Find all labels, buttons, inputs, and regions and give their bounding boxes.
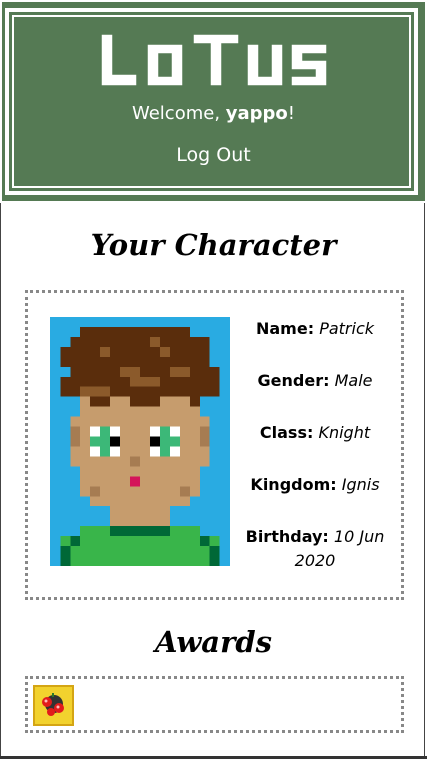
logout-link[interactable]: Log Out bbox=[0, 144, 427, 166]
field-value: Male bbox=[334, 371, 373, 390]
character-avatar-icon bbox=[50, 317, 230, 566]
field-class: Class: Knight bbox=[232, 421, 398, 445]
field-value: Knight bbox=[318, 423, 371, 442]
award-item[interactable] bbox=[33, 685, 74, 726]
award-badge-icon bbox=[35, 687, 72, 724]
field-kingdom: Kingdom: Ignis bbox=[232, 473, 398, 497]
field-label: Class: bbox=[259, 423, 314, 442]
field-gender: Gender: Male bbox=[232, 369, 398, 393]
character-section-title: Your Character bbox=[90, 228, 337, 262]
welcome-message: Welcome, yappo! bbox=[0, 103, 427, 124]
field-label: Gender: bbox=[257, 371, 330, 390]
field-label: Kingdom: bbox=[250, 475, 337, 494]
field-label: Birthday: bbox=[245, 527, 329, 546]
site-logo[interactable] bbox=[0, 30, 427, 96]
awards-container bbox=[25, 676, 404, 733]
welcome-suffix: ! bbox=[287, 103, 295, 124]
field-label: Name: bbox=[255, 319, 315, 338]
character-portrait bbox=[50, 317, 230, 566]
field-value: Ignis bbox=[341, 475, 380, 494]
field-birthday: Birthday: 10 Jun 2020 bbox=[232, 525, 398, 573]
awards-section-title: Awards bbox=[155, 625, 272, 659]
site-header: Welcome, yappo! Log Out bbox=[0, 0, 427, 203]
field-name: Name: Patrick bbox=[232, 317, 398, 341]
username: yappo bbox=[225, 103, 288, 124]
character-info: Name: Patrick Gender: Male Class: Knight… bbox=[232, 317, 398, 601]
welcome-prefix: Welcome, bbox=[131, 103, 226, 124]
lotus-logo-icon bbox=[99, 33, 328, 87]
field-value: Patrick bbox=[319, 319, 374, 338]
